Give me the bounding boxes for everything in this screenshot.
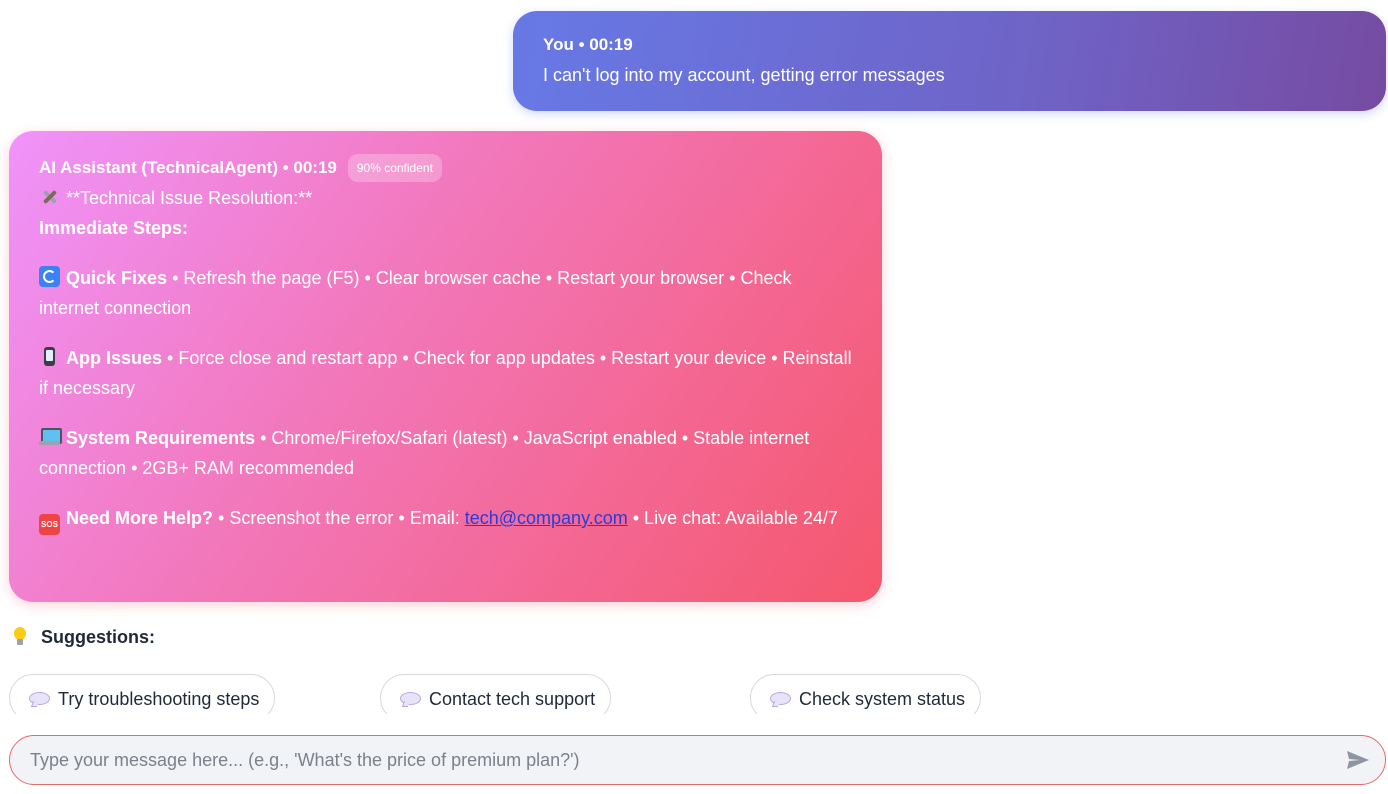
suggestion-button[interactable]: Contact tech support (380, 674, 612, 714)
speech-bubble-icon (770, 692, 791, 706)
light-bulb-icon (13, 627, 27, 647)
ai-message-heading: **Technical Issue Resolution:** (39, 183, 852, 213)
sos-icon: SOS (39, 514, 60, 535)
suggestions-row: Try troubleshooting steps Contact tech s… (0, 668, 1388, 714)
section-text: • Live chat: Available 24/7 (627, 508, 838, 528)
section-title: System Requirements (66, 428, 256, 448)
refresh-icon (39, 266, 60, 287)
mobile-phone-icon (39, 346, 60, 367)
immediate-steps-label: Immediate Steps: (39, 213, 852, 243)
section-title: App Issues (66, 348, 163, 368)
suggestion-button[interactable]: Try troubleshooting steps (9, 674, 276, 714)
send-icon[interactable] (1345, 749, 1371, 771)
section-system-requirements: System Requirements • Chrome/Firefox/Saf… (39, 423, 852, 483)
section-text: • Screenshot the error • Email: (213, 508, 465, 528)
user-message-meta: You • 00:19 (543, 35, 633, 54)
ai-message-meta: AI Assistant (TechnicalAgent) • 00:19 (39, 158, 337, 177)
suggestions-title-text: Suggestions: (41, 626, 156, 647)
suggestion-label: Try troubleshooting steps (58, 689, 260, 709)
chat-page: You • 00:19 I can't log into my account,… (0, 0, 1388, 794)
ai-message-bubble: AI Assistant (TechnicalAgent) • 00:19 90… (9, 131, 882, 602)
user-message-text: I can't log into my account, getting err… (543, 65, 945, 85)
user-message-bubble: You • 00:19 I can't log into my account,… (513, 11, 1386, 111)
suggestions-title: Suggestions: (13, 624, 155, 650)
message-input-container (9, 735, 1386, 785)
suggestion-label: Contact tech support (429, 689, 596, 709)
confidence-badge: 90% confident (347, 154, 442, 182)
email-link[interactable]: tech@company.com (465, 508, 628, 528)
hammer-and-wrench-icon (39, 186, 60, 207)
laptop-icon (39, 426, 62, 447)
speech-bubble-icon (29, 692, 50, 706)
section-app-issues: App Issues • Force close and restart app… (39, 343, 852, 403)
message-input[interactable] (30, 749, 1345, 771)
section-need-more-help: SOS Need More Help? • Screenshot the erro… (39, 503, 852, 535)
suggestion-label: Check system status (799, 689, 966, 709)
immediate-steps-text: Immediate Steps: (39, 218, 189, 238)
ai-message-header: AI Assistant (TechnicalAgent) • 00:19 90… (39, 153, 852, 183)
speech-bubble-icon (400, 692, 421, 706)
suggestion-button[interactable]: Check system status (750, 674, 982, 714)
section-quick-fixes: Quick Fixes • Refresh the page (F5) • Cl… (39, 263, 852, 323)
section-title: Need More Help? (66, 508, 214, 528)
ai-heading-text: **Technical Issue Resolution:** (66, 188, 313, 208)
section-title: Quick Fixes (66, 268, 168, 288)
